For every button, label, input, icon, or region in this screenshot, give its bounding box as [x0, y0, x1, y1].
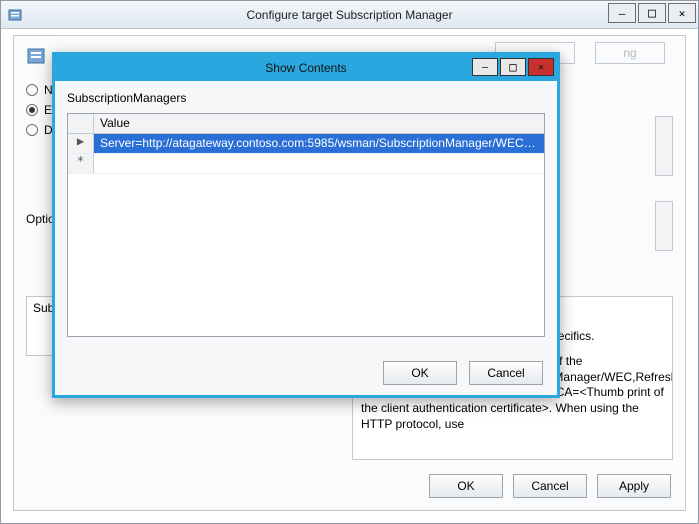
grid-corner: [68, 114, 94, 133]
radio-icon: [26, 104, 38, 116]
modal-window-controls: [472, 58, 554, 76]
value-cell[interactable]: [94, 154, 544, 173]
grid-label: SubscriptionManagers: [67, 91, 545, 105]
grid-header: Value: [68, 114, 544, 134]
next-setting-button: ng: [595, 42, 665, 64]
close-button[interactable]: [528, 58, 554, 76]
parent-titlebar[interactable]: Configure target Subscription Manager: [1, 1, 698, 29]
modal-dialog-buttons: OK Cancel: [383, 361, 543, 385]
ok-button[interactable]: OK: [383, 361, 457, 385]
apply-button[interactable]: Apply: [597, 474, 671, 498]
parent-window-title: Configure target Subscription Manager: [1, 8, 698, 22]
minimize-button[interactable]: [472, 58, 498, 76]
radio-icon: [26, 84, 38, 96]
radio-icon: [26, 124, 38, 136]
close-button[interactable]: [668, 3, 696, 23]
table-row[interactable]: ▶ Server=http://atagateway.contoso.com:5…: [68, 134, 544, 154]
modal-titlebar[interactable]: Show Contents: [55, 55, 557, 81]
cancel-button[interactable]: Cancel: [469, 361, 543, 385]
policy-icon: [26, 46, 46, 69]
scrollbar[interactable]: [655, 201, 673, 251]
column-header-value[interactable]: Value: [94, 114, 544, 133]
minimize-button[interactable]: [608, 3, 636, 23]
ok-button[interactable]: OK: [429, 474, 503, 498]
parent-dialog-buttons: OK Cancel Apply: [429, 474, 671, 498]
table-row-new[interactable]: *: [68, 154, 544, 174]
parent-window-controls: [608, 3, 696, 23]
value-cell[interactable]: Server=http://atagateway.contoso.com:598…: [94, 134, 544, 153]
show-contents-dialog: Show Contents SubscriptionManagers Value…: [52, 52, 560, 398]
policy-icon: [7, 7, 23, 23]
maximize-button[interactable]: [500, 58, 526, 76]
maximize-button[interactable]: [638, 3, 666, 23]
row-indicator-current-icon: ▶: [68, 134, 94, 153]
modal-body: SubscriptionManagers Value ▶ Server=http…: [55, 81, 557, 395]
row-indicator-new-icon: *: [68, 154, 94, 173]
scrollbar[interactable]: [655, 116, 673, 176]
subscription-managers-grid[interactable]: Value ▶ Server=http://atagateway.contoso…: [67, 113, 545, 337]
cancel-button[interactable]: Cancel: [513, 474, 587, 498]
